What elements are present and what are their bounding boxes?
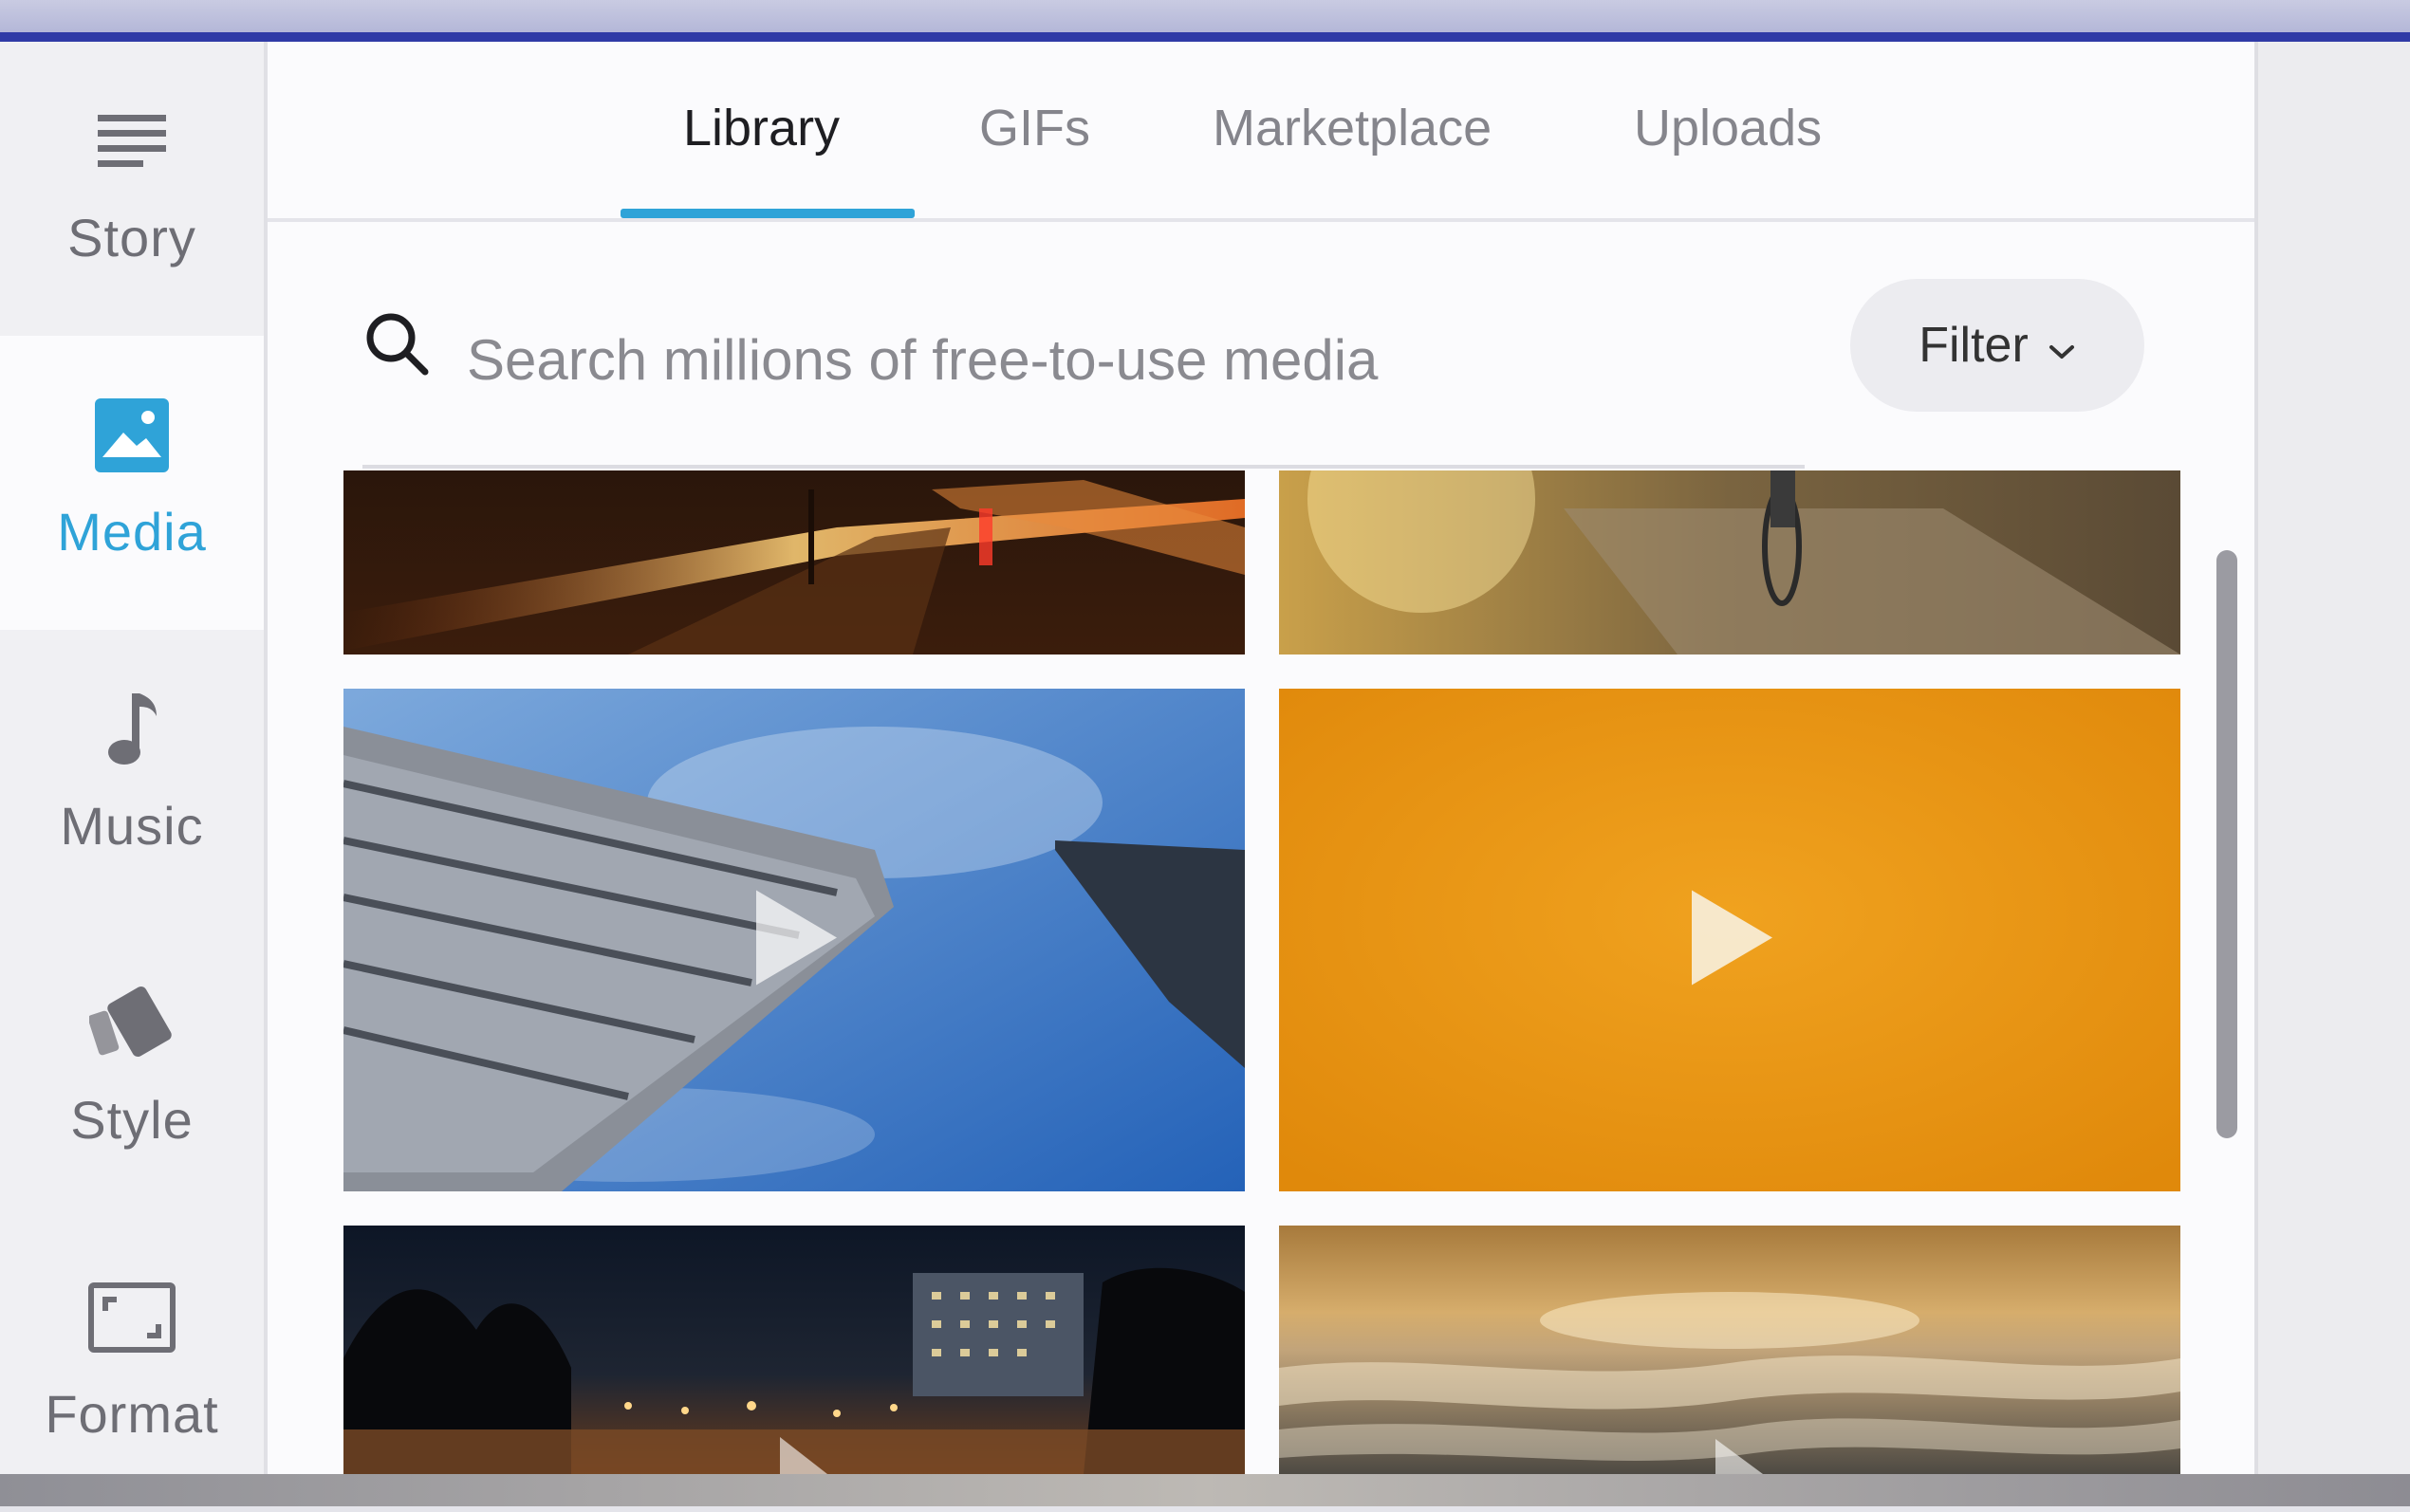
sidebar-item-music[interactable]: Music	[0, 630, 264, 924]
filter-label: Filter	[1919, 318, 2029, 373]
aspect-ratio-icon	[88, 1275, 176, 1360]
tab-gifs[interactable]: GIFs	[979, 99, 1090, 157]
media-panel: Library GIFs Marketplace Uploads Filter	[268, 42, 2254, 1474]
tab-uploads[interactable]: Uploads	[1634, 99, 1822, 157]
media-thumbnail-city-night[interactable]	[343, 1226, 1245, 1474]
tab-library[interactable]: Library	[683, 99, 840, 157]
scrollbar-thumb[interactable]	[2216, 550, 2237, 1138]
sidebar-item-label: Style	[70, 1090, 194, 1150]
sidebar-item-media[interactable]: Media	[0, 336, 264, 630]
sidebar-item-style[interactable]: Style	[0, 924, 264, 1218]
media-thumbnail-ocean-sunset[interactable]	[1279, 1226, 2180, 1474]
app-window: Story Media Music Style Format Library G…	[0, 42, 2410, 1474]
media-thumbnail-bicycle-trail[interactable]	[1279, 470, 2180, 655]
sidebar-item-label: Story	[67, 208, 196, 267]
sidebar-item-story[interactable]: Story	[0, 42, 264, 336]
tab-bar: Library GIFs Marketplace Uploads	[268, 42, 2254, 222]
sidebar-item-label: Music	[60, 796, 204, 856]
right-edge-panel	[2254, 42, 2410, 1474]
window-accent-line	[0, 32, 2410, 42]
menu-lines-icon	[98, 99, 166, 184]
search-input[interactable]	[467, 317, 1776, 402]
sidebar-item-format[interactable]: Format	[0, 1218, 264, 1512]
search-underline	[362, 465, 1805, 469]
media-thumbnail-orange[interactable]	[1279, 689, 2180, 1191]
media-thumbnail-skyscrapers[interactable]	[343, 689, 1245, 1191]
media-thumbnail-night-traffic[interactable]	[343, 470, 1245, 655]
tab-marketplace[interactable]: Marketplace	[1213, 99, 1492, 157]
chevron-down-icon	[2048, 317, 2076, 374]
play-icon	[1682, 886, 1777, 995]
sidebar: Story Media Music Style Format	[0, 42, 264, 1474]
image-icon	[95, 393, 169, 478]
window-top-bar	[0, 0, 2410, 32]
play-icon	[747, 886, 842, 995]
search-icon	[362, 309, 431, 382]
style-cards-icon	[89, 981, 175, 1066]
sidebar-item-label: Media	[57, 502, 207, 562]
window-bottom-bar	[0, 1474, 2410, 1506]
filter-button[interactable]: Filter	[1850, 279, 2144, 412]
play-icon	[1711, 1434, 1768, 1474]
music-note-icon	[103, 687, 160, 772]
play-icon	[775, 1432, 832, 1474]
sidebar-item-label: Format	[45, 1384, 219, 1444]
active-tab-indicator	[621, 209, 915, 218]
